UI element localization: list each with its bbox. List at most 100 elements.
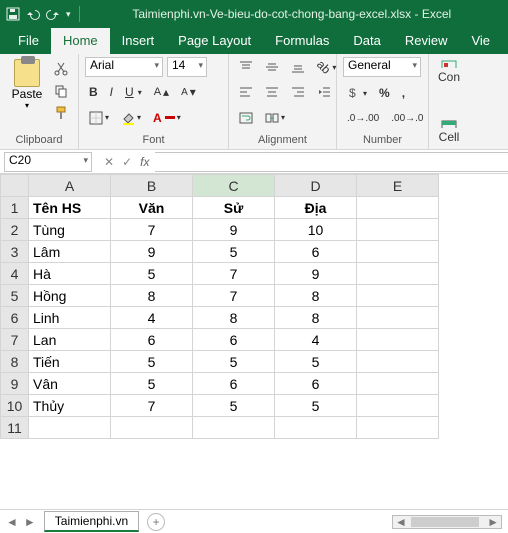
cell[interactable] [111, 417, 193, 439]
row-header[interactable]: 11 [1, 417, 29, 439]
cell[interactable] [357, 241, 439, 263]
align-right-button[interactable] [287, 82, 309, 102]
wrap-text-button[interactable] [235, 108, 257, 128]
cell[interactable]: 7 [111, 219, 193, 241]
cell[interactable]: Thủy [29, 395, 111, 417]
cell[interactable] [357, 395, 439, 417]
sheet-tab[interactable]: Taimienphi.vn [44, 511, 139, 532]
redo-icon[interactable] [46, 7, 60, 21]
tab-formulas[interactable]: Formulas [263, 28, 341, 54]
borders-button[interactable]: ▾ [85, 108, 113, 128]
cell[interactable]: Địa [275, 197, 357, 219]
font-name-combo[interactable]: Arial [85, 57, 163, 77]
select-all-corner[interactable] [1, 175, 29, 197]
column-header[interactable]: D [275, 175, 357, 197]
cell-styles-button[interactable]: Cell [435, 117, 463, 147]
fill-color-button[interactable]: ▾ [117, 108, 145, 128]
cell[interactable] [357, 417, 439, 439]
align-left-button[interactable] [235, 82, 257, 102]
cell[interactable]: Hồng [29, 285, 111, 307]
font-size-combo[interactable]: 14 [167, 57, 207, 77]
tab-data[interactable]: Data [341, 28, 392, 54]
increase-decimal-button[interactable]: .0→.00 [343, 110, 383, 127]
underline-button[interactable]: U▾ [121, 82, 146, 102]
column-header[interactable]: C [193, 175, 275, 197]
row-header[interactable]: 6 [1, 307, 29, 329]
cell[interactable] [357, 373, 439, 395]
cell[interactable]: 5 [275, 395, 357, 417]
row-header[interactable]: 9 [1, 373, 29, 395]
row-header[interactable]: 2 [1, 219, 29, 241]
italic-button[interactable]: I [106, 82, 117, 102]
cell[interactable]: 6 [111, 329, 193, 351]
formula-input[interactable] [155, 152, 508, 172]
cut-button[interactable] [50, 59, 72, 79]
cell[interactable] [275, 417, 357, 439]
cell[interactable] [357, 219, 439, 241]
row-header[interactable]: 3 [1, 241, 29, 263]
row-header[interactable]: 4 [1, 263, 29, 285]
cell[interactable]: 8 [275, 285, 357, 307]
cell[interactable]: Tiến [29, 351, 111, 373]
cell[interactable]: Hà [29, 263, 111, 285]
cell[interactable]: 8 [275, 307, 357, 329]
cell[interactable]: 6 [193, 329, 275, 351]
sheet-nav-prev-icon[interactable]: ◄ [6, 515, 18, 529]
decrease-indent-button[interactable] [313, 82, 335, 102]
bold-button[interactable]: B [85, 82, 102, 102]
fx-icon[interactable]: fx [140, 155, 149, 169]
paste-button[interactable]: Paste ▾ [6, 57, 48, 123]
cell[interactable]: 9 [275, 263, 357, 285]
cell[interactable] [29, 417, 111, 439]
cell[interactable]: Vân [29, 373, 111, 395]
comma-button[interactable]: , [398, 83, 409, 103]
number-format-combo[interactable]: General [343, 57, 421, 77]
cell[interactable]: 9 [193, 219, 275, 241]
column-header[interactable]: B [111, 175, 193, 197]
merge-button[interactable]: ▾ [261, 108, 289, 128]
sheet-nav-next-icon[interactable]: ► [24, 515, 36, 529]
cell[interactable] [357, 307, 439, 329]
tab-file[interactable]: File [6, 28, 51, 54]
cell[interactable]: 4 [275, 329, 357, 351]
scroll-right-icon[interactable]: ► [485, 515, 501, 529]
row-header[interactable]: 1 [1, 197, 29, 219]
tab-review[interactable]: Review [393, 28, 460, 54]
cell[interactable]: 7 [111, 395, 193, 417]
copy-button[interactable] [50, 81, 72, 101]
cell[interactable] [357, 329, 439, 351]
cell[interactable]: 4 [111, 307, 193, 329]
save-icon[interactable] [6, 7, 20, 21]
cell[interactable]: Văn [111, 197, 193, 219]
cell[interactable]: 5 [193, 241, 275, 263]
align-center-button[interactable] [261, 82, 283, 102]
cell[interactable]: 10 [275, 219, 357, 241]
cell[interactable] [357, 263, 439, 285]
cell[interactable]: Lan [29, 329, 111, 351]
undo-icon[interactable] [26, 7, 40, 21]
cell[interactable]: 7 [193, 263, 275, 285]
qat-customize-icon[interactable]: ▾ [66, 9, 71, 20]
row-header[interactable]: 7 [1, 329, 29, 351]
cell[interactable]: 6 [275, 373, 357, 395]
row-header[interactable]: 5 [1, 285, 29, 307]
cell[interactable]: 5 [111, 263, 193, 285]
increase-font-button[interactable]: A▴ [150, 82, 173, 102]
cell[interactable]: 5 [193, 351, 275, 373]
tab-home[interactable]: Home [51, 28, 110, 54]
new-sheet-button[interactable]: + [147, 513, 165, 531]
cell[interactable]: 8 [193, 307, 275, 329]
row-header[interactable]: 8 [1, 351, 29, 373]
cell[interactable]: 7 [193, 285, 275, 307]
cell[interactable]: 5 [111, 373, 193, 395]
horizontal-scrollbar[interactable]: ◄► [392, 515, 502, 529]
column-header[interactable]: A [29, 175, 111, 197]
scroll-left-icon[interactable]: ◄ [393, 515, 409, 529]
cancel-formula-icon[interactable]: ✕ [104, 155, 114, 169]
percent-button[interactable]: % [375, 83, 394, 103]
cell[interactable] [357, 197, 439, 219]
cell[interactable]: Linh [29, 307, 111, 329]
cell[interactable]: 8 [111, 285, 193, 307]
cell[interactable]: 6 [193, 373, 275, 395]
row-header[interactable]: 10 [1, 395, 29, 417]
